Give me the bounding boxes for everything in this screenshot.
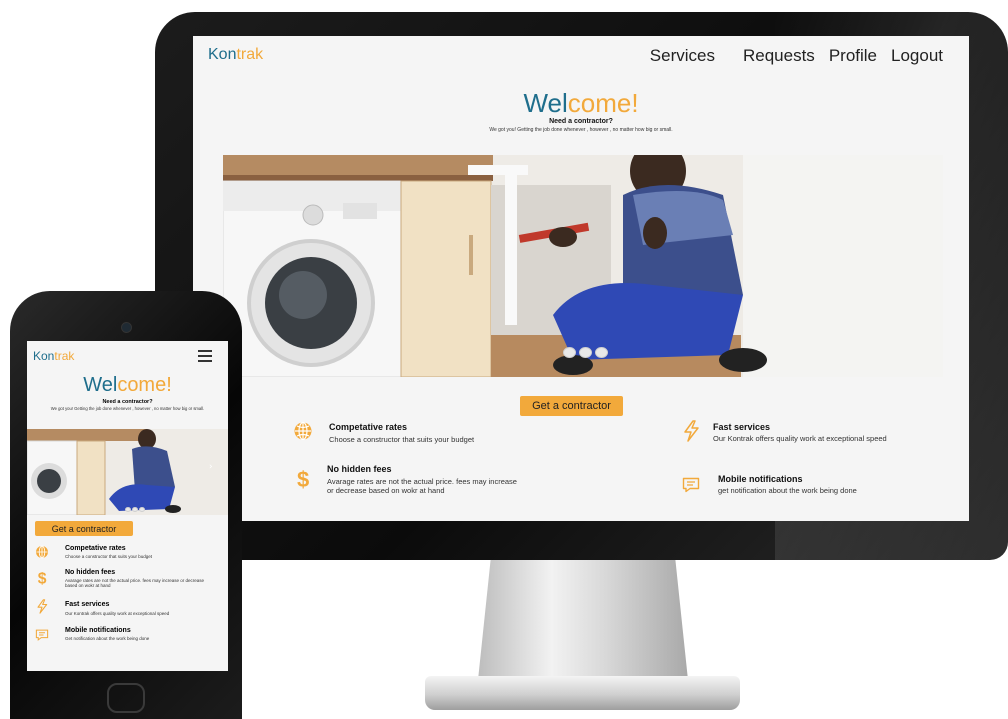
need-contractor-text: Need a contractor? — [549, 118, 613, 125]
phone-camera — [121, 322, 132, 333]
svg-text:$: $ — [38, 571, 47, 586]
message-icon — [682, 477, 700, 493]
feature-title: No hidden fees — [65, 569, 116, 576]
plumber-photo: › — [27, 429, 228, 515]
brand-logo[interactable]: Kontrak — [208, 46, 263, 64]
welcome-heading: Welcome! — [83, 374, 172, 396]
feature-desc: Our Kontrak offers quality work at excep… — [65, 611, 170, 616]
mobile-screen: Kontrak Welcome! Need a contractor? We g… — [27, 341, 228, 671]
globe-icon — [294, 421, 312, 441]
lightning-icon — [37, 599, 48, 614]
feature-desc: Get notification about the work being do… — [65, 636, 150, 641]
feature-title: Fast services — [65, 601, 110, 608]
carousel-dot[interactable] — [595, 347, 608, 358]
feature-desc: Avarage rates are not the actual price. … — [327, 477, 517, 495]
monitor-stand — [478, 560, 688, 680]
carousel-dot[interactable] — [563, 347, 576, 358]
feature-desc: Choose a constructor that suits your bud… — [329, 435, 475, 444]
carousel-dot[interactable] — [579, 347, 592, 358]
welcome-heading: Welcome! — [523, 88, 639, 118]
hamburger-icon[interactable] — [198, 350, 212, 362]
monitor-stand-base — [425, 676, 740, 710]
feature-title: Mobile notifications — [718, 474, 803, 484]
carousel-dots — [125, 507, 145, 512]
get-contractor-button[interactable]: Get a contractor — [520, 396, 623, 416]
phone-home-button — [107, 683, 145, 713]
feature-desc: Avarage rates are not the actual price. … — [65, 578, 204, 588]
feature-title: Competative rates — [65, 545, 126, 552]
brand-logo[interactable]: Kontrak — [33, 349, 74, 363]
feature-title: Fast services — [713, 422, 771, 432]
feature-desc: Choose a constructor that suits your bud… — [65, 554, 153, 559]
desktop-screen: Kontrak Services Requests Profile Logout… — [193, 36, 969, 521]
carousel-dot[interactable] — [132, 507, 138, 512]
nav-services[interactable]: Services — [650, 46, 715, 66]
lightning-icon — [684, 420, 699, 442]
feature-desc: get notification about the work being do… — [718, 486, 857, 495]
feature-title: No hidden fees — [327, 464, 392, 474]
hero-carousel[interactable] — [223, 155, 943, 377]
globe-icon — [36, 545, 48, 559]
feature-title: Competative rates — [329, 422, 408, 432]
feature-desc: Our Kontrak offers quality work at excep… — [713, 434, 887, 443]
plumber-photo — [223, 155, 943, 377]
dollar-icon: $ — [297, 468, 309, 490]
top-nav: Services Requests Profile Logout — [650, 46, 943, 66]
message-icon — [35, 629, 49, 641]
svg-text:$: $ — [297, 468, 309, 490]
nav-requests[interactable]: Requests — [743, 46, 815, 66]
nav-logout[interactable]: Logout — [891, 46, 943, 66]
carousel-dot[interactable] — [139, 507, 145, 512]
hero-carousel[interactable]: › — [27, 429, 228, 515]
hero-subtitle: We got you! Getting the job done wheneve… — [489, 127, 673, 133]
carousel-dots — [563, 347, 608, 358]
get-contractor-button[interactable]: Get a contractor — [35, 521, 133, 536]
nav-profile[interactable]: Profile — [829, 46, 877, 66]
feature-title: Mobile notifications — [65, 627, 131, 634]
need-contractor-text: Need a contractor? — [102, 399, 153, 405]
hero-subtitle: We got you! Getting the job done wheneve… — [50, 406, 205, 411]
svg-text:›: › — [209, 462, 213, 472]
carousel-dot[interactable] — [125, 507, 131, 512]
dollar-icon: $ — [38, 571, 47, 586]
